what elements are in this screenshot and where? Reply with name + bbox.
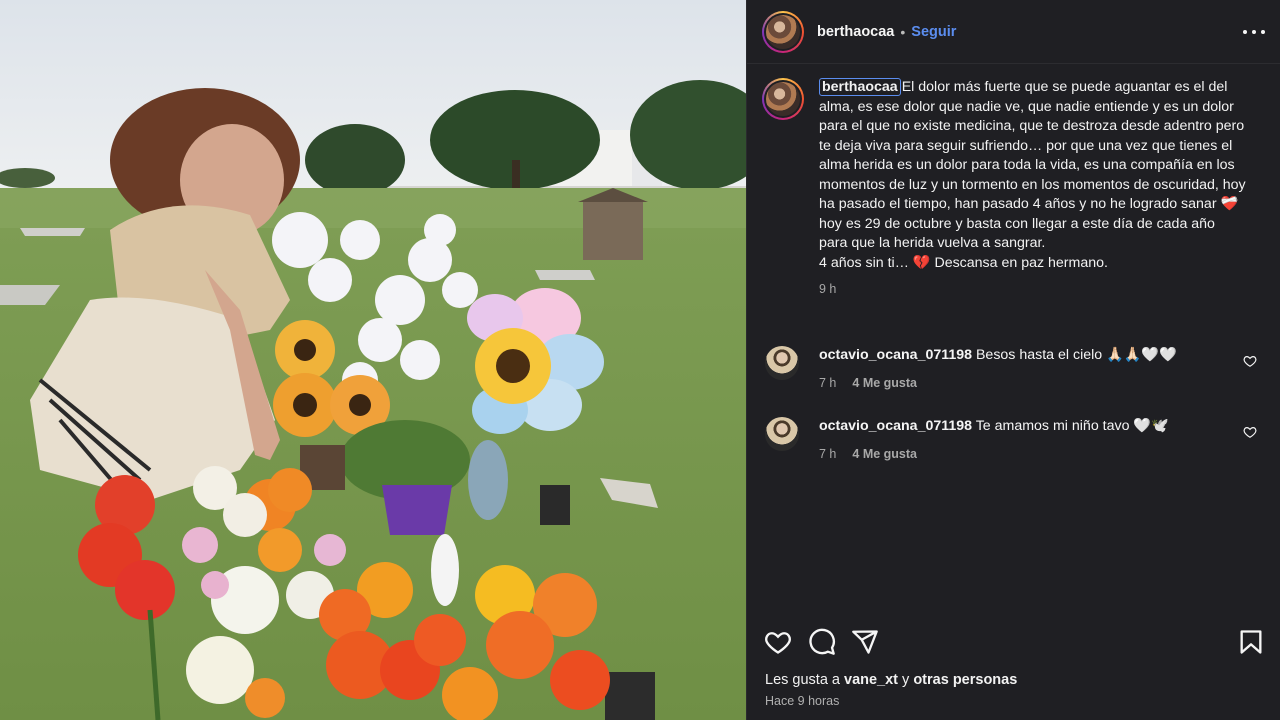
comment-text: Te amamos mi niño tavo 🤍🕊️ (975, 418, 1169, 434)
author-avatar[interactable] (762, 10, 804, 53)
commenter-avatar[interactable] (765, 417, 799, 451)
post-photo[interactable] (0, 0, 746, 720)
separator-dot: • (900, 23, 906, 40)
comment-time: 7 h (819, 447, 837, 461)
follow-button[interactable]: Seguir (911, 24, 956, 40)
comment-like-heart-icon[interactable] (1243, 425, 1257, 439)
post-details-panel: berthaocaa • Seguir berthaocaa El dolor m… (746, 0, 1280, 720)
post-header: berthaocaa • Seguir (747, 0, 1280, 64)
author-username[interactable]: berthaocaa (817, 24, 894, 40)
caption: berthaocaa El dolor más fuerte que se pue… (762, 78, 1272, 300)
caption-username[interactable]: berthaocaa (819, 78, 901, 96)
comment-likes[interactable]: 4 Me gusta (852, 445, 917, 464)
post-timestamp: Hace 9 horas (765, 694, 840, 708)
comment-item: octavio_ocana_071198 Te amamos mi niño t… (765, 417, 1265, 464)
likes-middle: y (898, 672, 914, 688)
comment-username[interactable]: octavio_ocana_071198 (819, 418, 972, 434)
memorial-photo-illustration (0, 0, 746, 720)
share-icon[interactable] (851, 628, 879, 656)
comment-username[interactable]: octavio_ocana_071198 (819, 347, 972, 363)
comment-like-heart-icon[interactable] (1243, 354, 1257, 368)
more-options-icon[interactable] (1243, 22, 1265, 42)
caption-text: El dolor más fuerte que se puede aguanta… (819, 79, 1246, 271)
comment-text: Besos hasta el cielo 🙏🏻🙏🏻🤍🤍 (975, 347, 1177, 363)
caption-time: 9 h (819, 282, 837, 296)
comment-time: 7 h (819, 376, 837, 390)
bookmark-icon[interactable] (1237, 628, 1265, 656)
commenter-avatar[interactable] (765, 346, 799, 380)
caption-avatar[interactable] (762, 78, 804, 120)
comment-likes[interactable]: 4 Me gusta (852, 374, 917, 393)
likes-others[interactable]: otras personas (913, 672, 1017, 688)
likes-prefix: Les gusta a (765, 672, 844, 688)
comment-item: octavio_ocana_071198 Besos hasta el ciel… (765, 346, 1265, 393)
likes-user[interactable]: vane_xt (844, 672, 898, 688)
heart-icon[interactable] (764, 628, 792, 656)
likes-summary[interactable]: Les gusta a vane_xt y otras personas (765, 672, 1017, 688)
comment-icon[interactable] (808, 628, 836, 656)
post-actions-bar (747, 624, 1280, 660)
